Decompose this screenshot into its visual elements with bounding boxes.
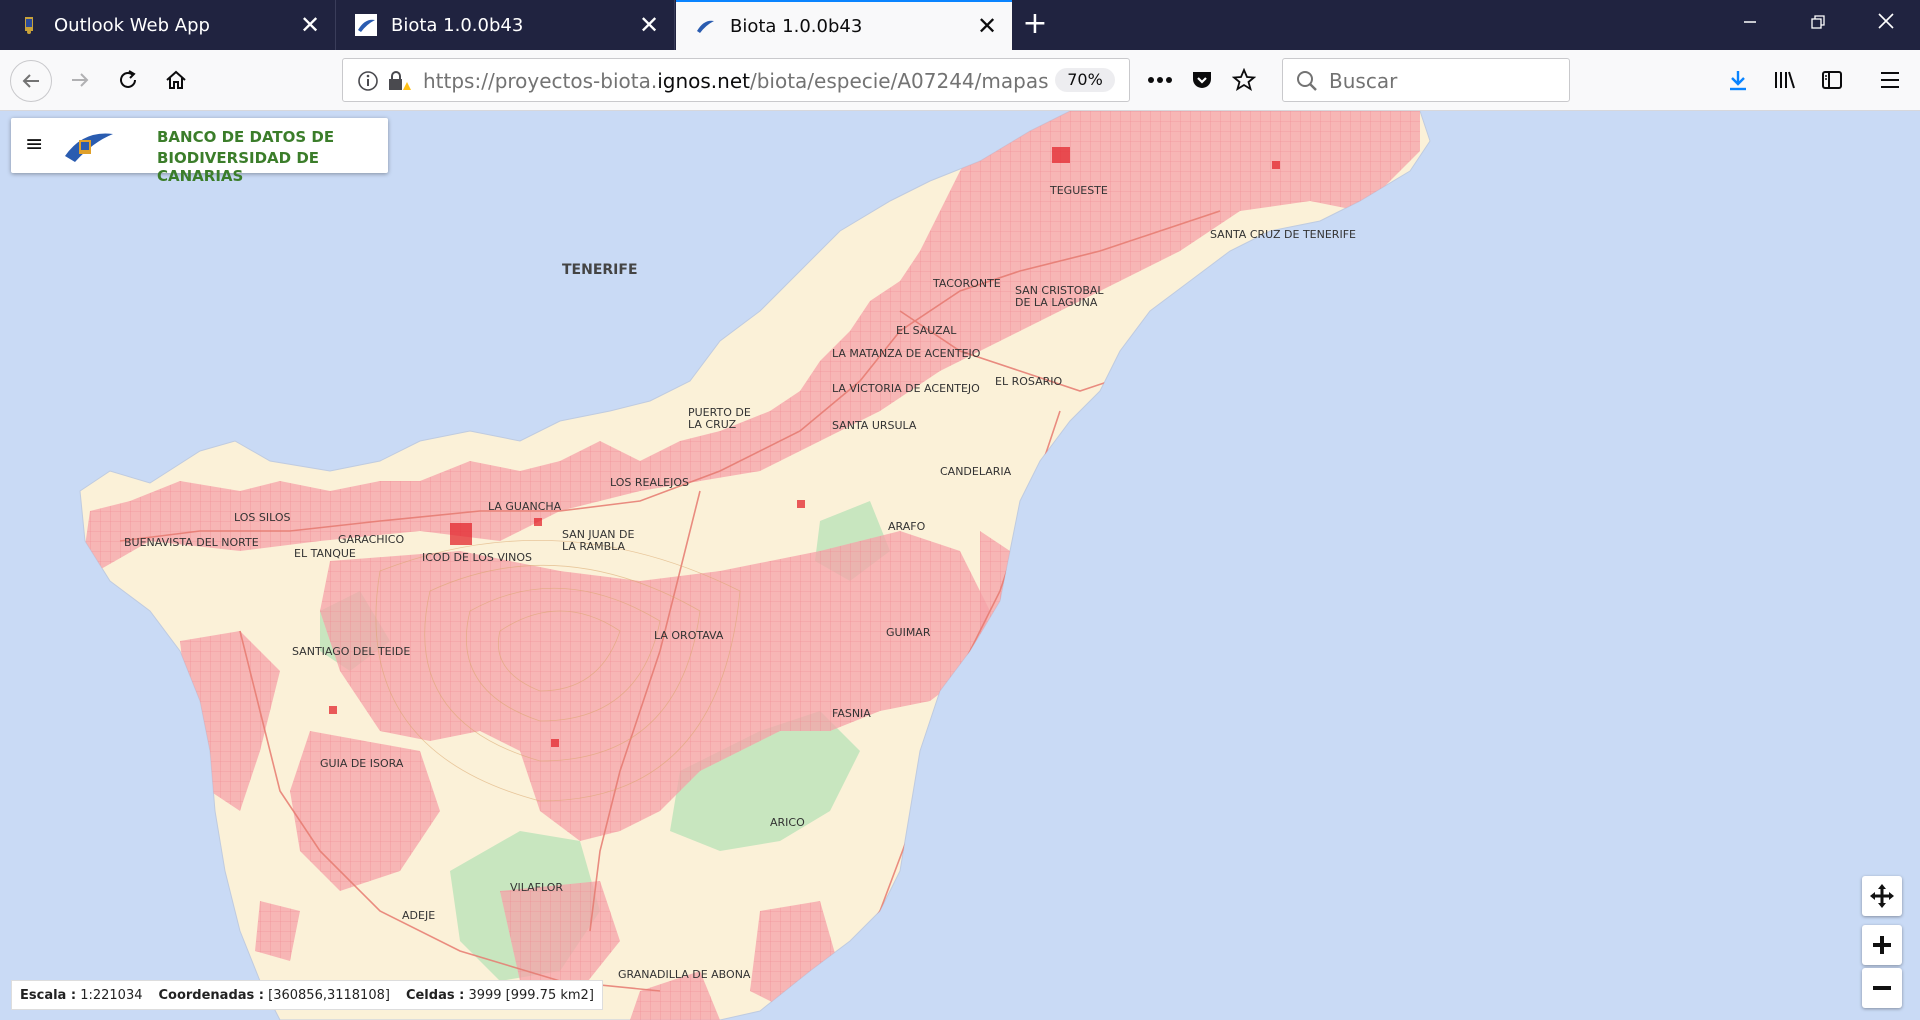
place-label: GRANADILLA DE ABONA <box>618 968 751 981</box>
tab-biota-1[interactable]: Biota 1.0.0b43 ✕ <box>337 0 675 50</box>
reload-icon[interactable] <box>108 60 148 100</box>
browser-titlebar: Outlook Web App ✕ Biota 1.0.0b43 ✕ Biota… <box>0 0 1920 50</box>
tab-title: Biota 1.0.0b43 <box>730 15 863 37</box>
scale-label: Escala : <box>20 987 77 1003</box>
hamburger-menu-icon[interactable]: ≡ <box>25 132 43 157</box>
map-canvas[interactable]: TENERIFE TEGUESTE SANTA CRUZ DE TENERIFE… <box>0 111 1920 1020</box>
download-icon[interactable] <box>1718 60 1758 100</box>
restore-icon[interactable] <box>1784 0 1852 50</box>
sidebar-icon[interactable] <box>1812 60 1852 100</box>
place-label: ICOD DE LOS VINOS <box>422 551 532 564</box>
place-label: LOS REALEJOS <box>610 476 689 489</box>
new-tab-icon[interactable]: + <box>1010 0 1060 50</box>
menu-icon[interactable] <box>1870 60 1910 100</box>
home-icon[interactable] <box>156 60 196 100</box>
forward-icon[interactable] <box>60 60 100 100</box>
place-label: LOS SILOS <box>234 511 290 524</box>
place-label: SANTA CRUZ DE TENERIFE <box>1210 228 1356 241</box>
place-label: TEGUESTE <box>1049 184 1108 197</box>
url-bar[interactable]: https://proyectos-biota.ignos.net/biota/… <box>342 58 1130 102</box>
place-label: LA OROTAVA <box>654 629 724 642</box>
close-tab-icon[interactable]: ✕ <box>624 11 674 39</box>
tab-outlook[interactable]: Outlook Web App ✕ <box>0 0 336 50</box>
place-label: SANTIAGO DEL TEIDE <box>292 645 410 658</box>
place-label: EL SAUZAL <box>896 324 957 337</box>
close-window-icon[interactable] <box>1852 0 1920 50</box>
tab-title: Biota 1.0.0b43 <box>391 14 524 36</box>
place-label: ADEJE <box>402 909 435 922</box>
coords-label: Coordenadas : <box>158 987 264 1003</box>
outlook-favicon-icon <box>18 14 40 36</box>
zoom-in-icon[interactable] <box>1862 925 1902 965</box>
browser-navbar: https://proyectos-biota.ignos.net/biota/… <box>0 50 1920 111</box>
library-icon[interactable] <box>1764 60 1804 100</box>
coords-value: [360856,3118108] <box>268 987 390 1003</box>
place-label: ARAFO <box>888 520 926 533</box>
place-label: VILAFLOR <box>510 881 563 894</box>
search-placeholder: Buscar <box>1329 69 1398 93</box>
minimize-icon[interactable] <box>1716 0 1784 50</box>
biota-favicon-icon <box>694 15 716 37</box>
app-header: ≡ BANCO DE DATOS DE BIODIVERSIDAD DE CAN… <box>11 118 388 185</box>
place-label: FASNIA <box>832 707 871 720</box>
place-label: BUENAVISTA DEL NORTE <box>124 536 259 549</box>
scale-value: 1:221034 <box>80 987 143 1003</box>
map-viewport[interactable]: TENERIFE TEGUESTE SANTA CRUZ DE TENERIFE… <box>0 111 1920 1020</box>
app-title-line2: BIODIVERSIDAD DE CANARIAS <box>157 149 320 185</box>
lock-warning-icon[interactable] <box>387 70 411 96</box>
place-label: TACORONTE <box>932 277 1001 290</box>
search-icon <box>1295 69 1319 97</box>
url-text: https://proyectos-biota.ignos.net/biota/… <box>423 69 1049 93</box>
place-label: LA CRUZ <box>688 418 737 431</box>
info-icon[interactable] <box>357 70 379 96</box>
zoom-out-icon[interactable] <box>1862 968 1902 1008</box>
place-label: LA GUANCHA <box>488 500 562 513</box>
place-label: LA VICTORIA DE ACENTEJO <box>832 382 980 395</box>
place-label: SANTA URSULA <box>832 419 917 432</box>
place-label: GUIMAR <box>886 626 931 639</box>
pan-icon[interactable] <box>1862 876 1902 916</box>
cells-label: Celdas : <box>405 987 465 1003</box>
more-icon[interactable] <box>1140 60 1180 100</box>
place-label: GUIA DE ISORA <box>320 757 404 770</box>
map-status-bar: Escala : 1:221034 Coordenadas : [360856,… <box>11 980 603 1010</box>
place-label: DE LA LAGUNA <box>1015 296 1098 309</box>
back-icon[interactable] <box>10 60 52 102</box>
place-label: GARACHICO <box>338 533 404 546</box>
search-input[interactable]: Buscar <box>1282 58 1570 102</box>
close-tab-icon[interactable]: ✕ <box>285 11 335 39</box>
zoom-level-badge[interactable]: 70% <box>1055 68 1115 92</box>
pocket-icon[interactable] <box>1182 60 1222 100</box>
cells-value: 3999 [999.75 km2] <box>468 987 594 1003</box>
app-title-line1: BANCO DE DATOS DE <box>157 128 335 146</box>
place-label: EL TANQUE <box>294 547 356 560</box>
island-label: TENERIFE <box>562 262 638 278</box>
tab-title: Outlook Web App <box>54 14 210 36</box>
place-label: ARICO <box>770 816 805 829</box>
biota-logo <box>61 126 117 166</box>
place-label: LA RAMBLA <box>562 540 626 553</box>
biota-favicon-icon <box>355 14 377 36</box>
place-label: CANDELARIA <box>940 465 1012 478</box>
star-icon[interactable] <box>1224 60 1264 100</box>
place-label: LA MATANZA DE ACENTEJO <box>832 347 981 360</box>
tab-biota-active[interactable]: Biota 1.0.0b43 ✕ <box>676 0 1012 50</box>
close-tab-icon[interactable]: ✕ <box>962 12 1012 40</box>
place-label: EL ROSARIO <box>995 375 1062 388</box>
